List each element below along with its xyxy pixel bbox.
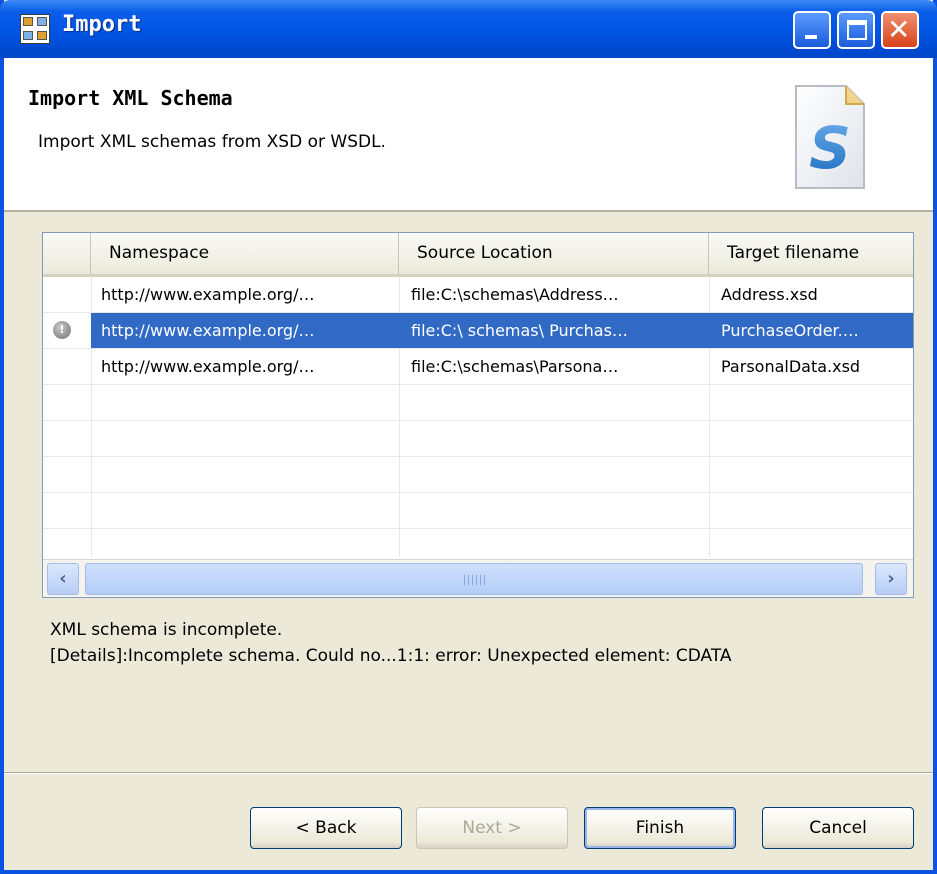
- finish-button[interactable]: Finish: [584, 807, 736, 849]
- empty-table-row: [43, 493, 913, 529]
- import-dialog: Import ✕ Import XML Schema Import XML sc…: [0, 0, 937, 874]
- scrollbar-grip-icon: [464, 575, 486, 585]
- table-row[interactable]: http://www.example.org/… file:C:\schemas…: [43, 349, 913, 385]
- status-message: XML schema is incomplete.: [50, 620, 283, 640]
- table-row-selected[interactable]: ! http://www.example.org/… file:C:\ sche…: [43, 313, 913, 349]
- empty-table-row: [43, 457, 913, 493]
- source-location-cell: file:C:\ schemas\ Purchas…: [411, 321, 628, 340]
- namespace-cell: http://www.example.org/…: [101, 321, 315, 340]
- maximize-button[interactable]: [837, 11, 875, 49]
- minimize-button[interactable]: [793, 11, 831, 49]
- empty-table-row: [43, 421, 913, 457]
- target-filename-cell: PurchaseOrder.…: [721, 321, 859, 340]
- column-header-status[interactable]: [43, 233, 91, 274]
- column-header-namespace[interactable]: Namespace: [91, 233, 399, 274]
- warning-icon: !: [53, 321, 71, 339]
- column-header-source-location[interactable]: Source Location: [399, 233, 709, 274]
- title-bar[interactable]: Import ✕: [0, 0, 937, 58]
- button-bar-separator: [4, 772, 933, 774]
- window-title: Import: [62, 12, 142, 37]
- chevron-right-icon: ›: [887, 568, 895, 589]
- import-wizard-icon: [20, 14, 50, 44]
- scroll-right-button[interactable]: ›: [875, 563, 907, 595]
- target-filename-cell: Address.xsd: [721, 285, 818, 304]
- target-filename-cell: ParsonalData.xsd: [721, 357, 861, 376]
- empty-table-row: [43, 385, 913, 421]
- table-row[interactable]: http://www.example.org/… file:C:\schemas…: [43, 277, 913, 313]
- schema-table[interactable]: Namespace Source Location Target filenam…: [42, 232, 914, 598]
- scrollbar-thumb[interactable]: [85, 563, 863, 595]
- column-header-target-filename[interactable]: Target filename: [709, 233, 913, 274]
- close-icon: ✕: [887, 13, 911, 46]
- close-button[interactable]: ✕: [881, 11, 919, 49]
- status-details: [Details]:Incomplete schema. Could no...…: [50, 646, 732, 666]
- horizontal-scrollbar[interactable]: ‹ ›: [43, 559, 913, 597]
- namespace-cell: http://www.example.org/…: [101, 357, 315, 376]
- source-location-cell: file:C:\schemas\Address…: [411, 285, 619, 304]
- minimize-icon: [805, 35, 817, 39]
- source-location-cell: file:C:\schemas\Parsona…: [411, 357, 619, 376]
- page-description: Import XML schemas from XSD or WSDL.: [38, 132, 386, 152]
- cancel-button[interactable]: Cancel: [762, 807, 914, 849]
- back-button[interactable]: < Back: [250, 807, 402, 849]
- svg-text:S: S: [809, 114, 851, 182]
- namespace-cell: http://www.example.org/…: [101, 285, 315, 304]
- chevron-left-icon: ‹: [59, 568, 67, 589]
- maximize-icon: [847, 20, 867, 40]
- page-title: Import XML Schema: [28, 86, 233, 110]
- wizard-header: Import XML Schema Import XML schemas fro…: [4, 58, 933, 212]
- schema-document-icon: S: [795, 85, 865, 189]
- table-header: Namespace Source Location Target filenam…: [43, 233, 913, 277]
- next-button[interactable]: Next >: [416, 807, 568, 849]
- scroll-left-button[interactable]: ‹: [47, 563, 79, 595]
